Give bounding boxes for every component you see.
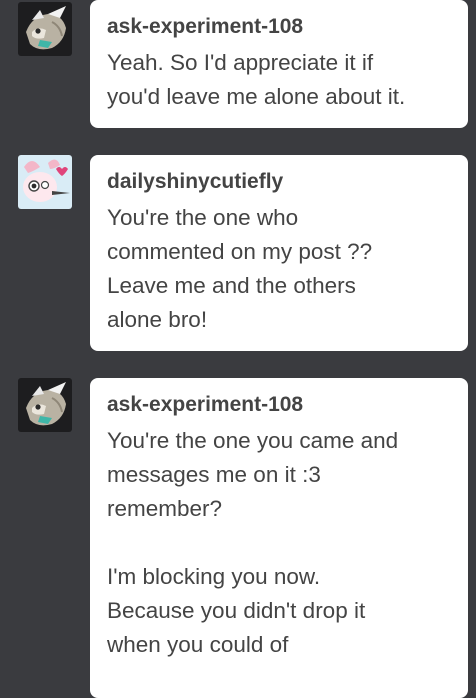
message-username[interactable]: ask-experiment-108 [107, 14, 452, 40]
message-text: Yeah. So I'd appreciate it if you'd leav… [107, 50, 406, 109]
message-thread: ask-experiment-108 Yeah. So I'd apprecia… [0, 0, 476, 698]
message-username[interactable]: dailyshinycutiefly [107, 169, 452, 195]
message-text: You're the one who commented on my post … [107, 205, 373, 332]
message-text: You're the one you came and messages me … [107, 428, 399, 657]
experiment-avatar-icon[interactable] [18, 2, 72, 56]
message-bubble: ask-experiment-108 You're the one you ca… [90, 378, 468, 698]
message-bubble: dailyshinycutiefly You're the one who co… [90, 155, 468, 351]
cutiefly-avatar-icon[interactable] [18, 155, 72, 209]
message-bubble: ask-experiment-108 Yeah. So I'd apprecia… [90, 0, 468, 128]
message-username[interactable]: ask-experiment-108 [107, 392, 452, 418]
experiment-avatar-icon[interactable] [18, 378, 72, 432]
